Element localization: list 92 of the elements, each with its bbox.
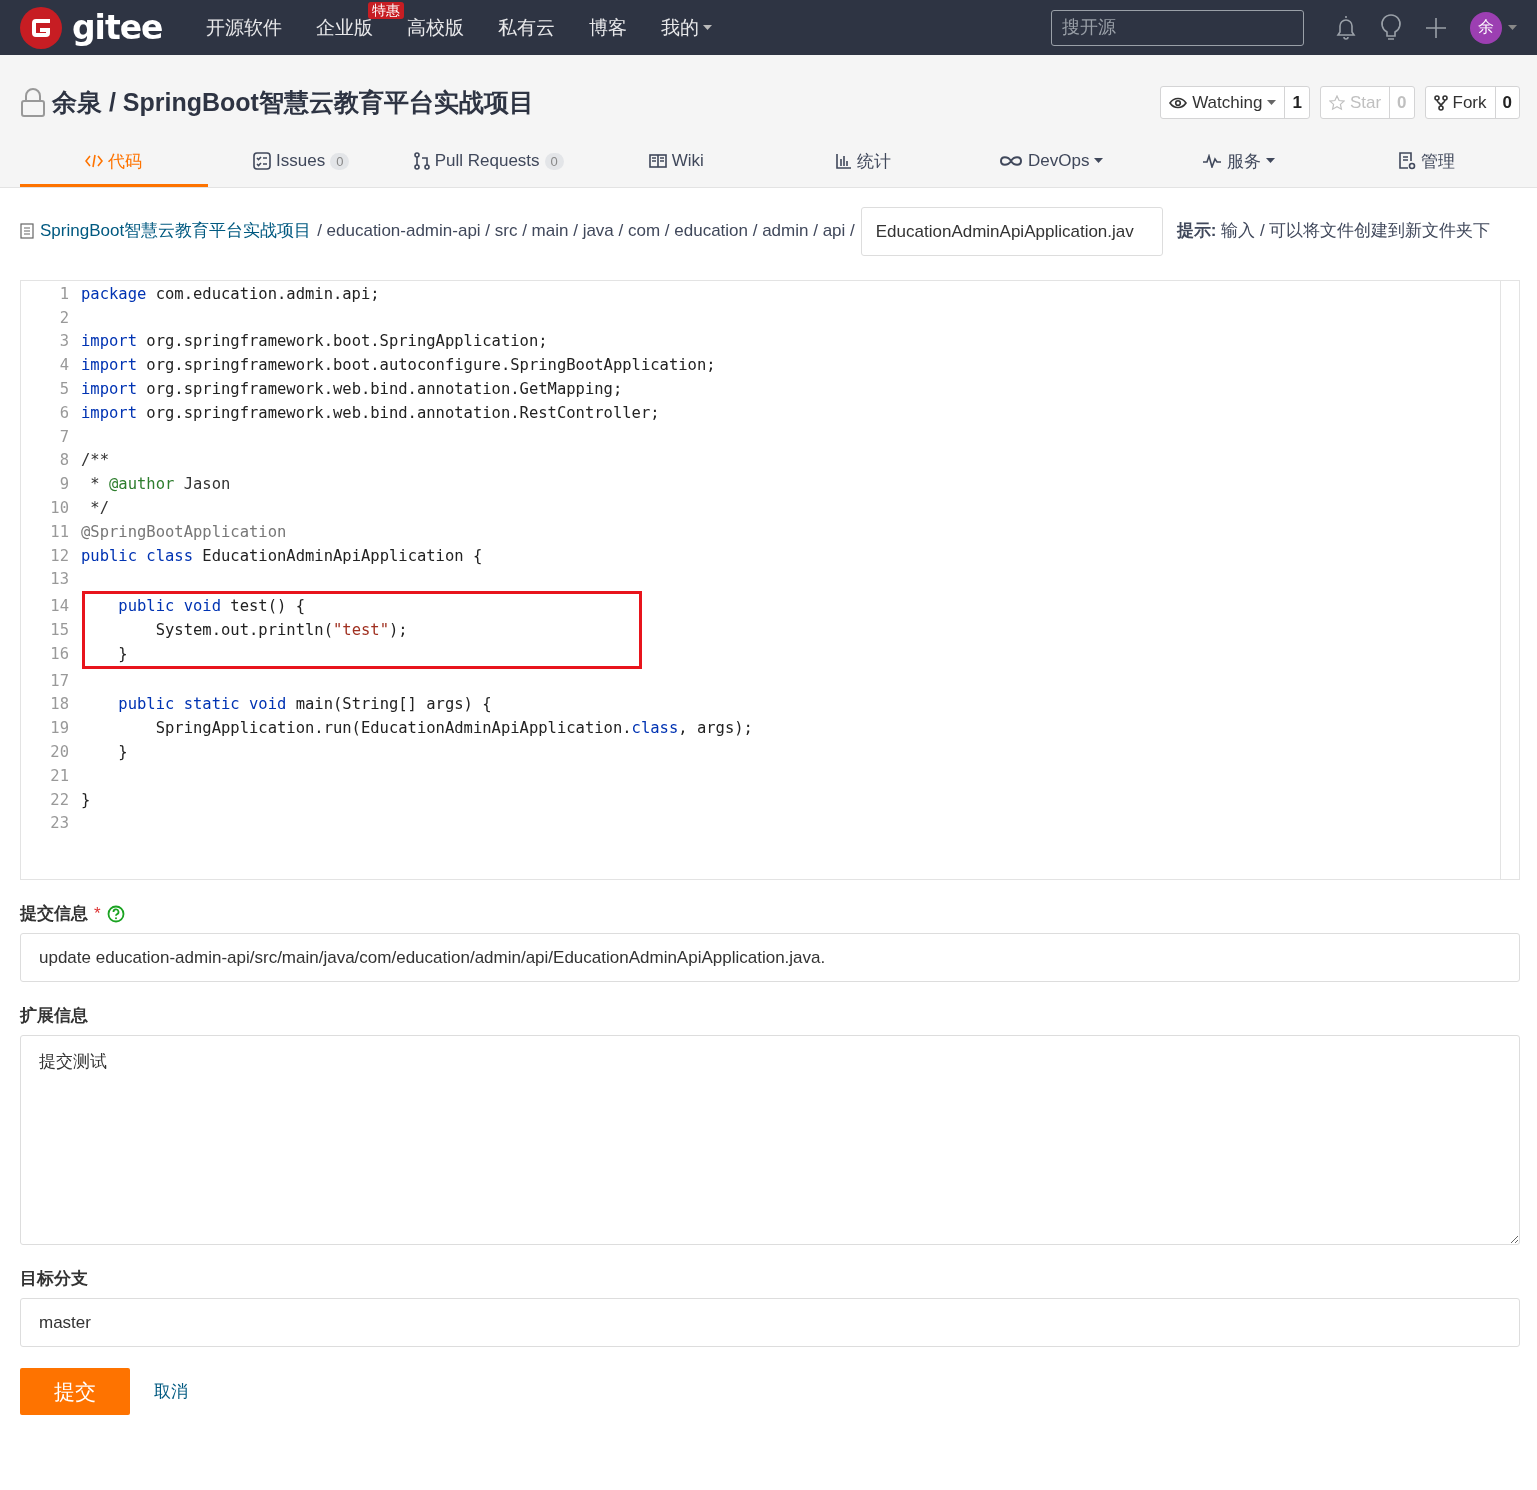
- fork-icon: [1433, 94, 1448, 111]
- repo-tab[interactable]: DevOps: [957, 150, 1145, 187]
- line-number: 15: [49, 621, 69, 640]
- required-mark: *: [94, 903, 101, 924]
- path-hint: 提示: 输入 / 可以将文件创建到新文件夹下: [1176, 220, 1492, 242]
- field-label: 提交信息: [20, 903, 88, 925]
- line-number: 12: [49, 546, 69, 565]
- line-number: 11: [49, 522, 69, 541]
- repo-link[interactable]: SpringBoot智慧云教育平台实战项目: [40, 216, 312, 243]
- filename-field[interactable]: EducationAdminApiApplication.jav: [860, 207, 1163, 256]
- nav-link[interactable]: 开源软件: [206, 14, 283, 41]
- breadcrumb-path: / education-admin-api / src / main / java / com / education / admin / api /: [317, 220, 855, 242]
- cancel-link[interactable]: 取消: [154, 1380, 188, 1403]
- line-number: 4: [58, 356, 69, 375]
- pull-request-icon: [413, 152, 430, 170]
- plus-icon[interactable]: [1425, 16, 1447, 39]
- code-line: public static void main(String[] args) {: [117, 695, 492, 714]
- code-line: import org.springframework.web.bind.annotation.RestController;: [81, 403, 660, 422]
- code-line: import org.springframework.boot.autoconfigure.SpringBootApplication;: [81, 356, 716, 375]
- commit-message-field[interactable]: update education-admin-api/src/main/java/com/education/admin/api/EducationAdminApiApplication.java.: [20, 933, 1520, 982]
- infinity-icon: [999, 155, 1024, 167]
- help-icon[interactable]: [106, 904, 125, 923]
- line-number: 14: [49, 597, 69, 616]
- repo-tab[interactable]: 管理: [1332, 150, 1520, 187]
- code-line: import org.springframework.boot.SpringApplication;: [81, 332, 548, 351]
- code-line: import org.springframework.web.bind.annotation.GetMapping;: [81, 380, 623, 399]
- description-field[interactable]: 提交测试: [20, 1035, 1520, 1245]
- code-line: @SpringBootApplication: [81, 522, 287, 541]
- field-label: 扩展信息: [20, 1005, 88, 1027]
- nav-link[interactable]: 私有云: [498, 14, 556, 41]
- count-badge: 0: [544, 152, 564, 170]
- code-line: }: [117, 743, 128, 762]
- notification-icon[interactable]: [1335, 14, 1357, 41]
- line-number: 2: [58, 308, 69, 327]
- eye-icon: [1169, 96, 1188, 109]
- code-line: * @author Jason: [89, 475, 231, 494]
- repo-tab[interactable]: 服务: [1145, 150, 1333, 187]
- line-number: 1: [58, 284, 69, 303]
- file-icon: [20, 223, 34, 239]
- code-line: }: [81, 790, 91, 809]
- line-number: 7: [58, 427, 69, 446]
- lock-icon: [20, 87, 46, 118]
- code-icon: [85, 153, 104, 169]
- repo-action-button[interactable]: Fork 0: [1424, 86, 1520, 119]
- line-number: 18: [49, 695, 69, 714]
- bar-chart-icon: [836, 153, 853, 169]
- code-line: System.out.println("test");: [154, 621, 408, 640]
- code-line: public class EducationAdminApiApplication {: [81, 546, 483, 565]
- field-label: 目标分支: [20, 1268, 88, 1290]
- nav-link[interactable]: 高校版: [407, 14, 465, 41]
- line-number: 23: [49, 814, 69, 833]
- caret-icon: [1508, 24, 1517, 31]
- line-number: 22: [49, 790, 69, 809]
- code-line: SpringApplication.run(EducationAdminApiApplication.class, args);: [154, 719, 753, 738]
- line-number: 19: [49, 719, 69, 738]
- branch-field[interactable]: master: [20, 1298, 1520, 1347]
- repo-tab[interactable]: Pull Requests 0: [395, 150, 583, 187]
- line-number: 21: [49, 766, 69, 785]
- line-number: 9: [58, 475, 69, 494]
- nav-link[interactable]: 我的: [661, 14, 713, 41]
- code-line: package com.education.admin.api;: [81, 284, 380, 303]
- logo-text[interactable]: gitee: [72, 8, 163, 47]
- repo-tab[interactable]: Issues 0: [207, 150, 395, 187]
- logo-icon[interactable]: [20, 6, 62, 49]
- search-field[interactable]: 搜开源: [1051, 9, 1304, 46]
- star-icon: [1328, 94, 1345, 111]
- lightbulb-icon[interactable]: [1379, 13, 1403, 42]
- code-line: /**: [81, 451, 109, 470]
- line-number: 6: [58, 403, 69, 422]
- line-number: 16: [49, 644, 69, 663]
- code-line: }: [117, 644, 128, 663]
- line-number: 3: [58, 332, 69, 351]
- count-badge: 0: [330, 152, 350, 170]
- nav-link[interactable]: 博客: [589, 14, 628, 41]
- line-number: 13: [49, 570, 69, 589]
- repo-title: 余泉 / SpringBoot智慧云教育平台实战项目: [52, 87, 534, 118]
- checklist-icon: [253, 152, 272, 170]
- code-line: */: [89, 499, 109, 518]
- document-gear-icon: [1397, 152, 1416, 170]
- book-icon: [648, 154, 667, 168]
- line-number: 17: [49, 671, 69, 690]
- user-avatar[interactable]: 余: [1470, 11, 1502, 44]
- repo-tab[interactable]: Wiki: [582, 150, 770, 187]
- repo-action-button[interactable]: Watching 1: [1160, 86, 1310, 119]
- line-number: 20: [49, 743, 69, 762]
- line-number: 5: [58, 380, 69, 399]
- code-line: public void test() {: [117, 597, 305, 616]
- line-number: 10: [49, 499, 69, 518]
- promo-badge: 特惠: [368, 1, 405, 19]
- pulse-icon: [1202, 154, 1223, 168]
- repo-tab[interactable]: 统计: [770, 150, 958, 187]
- line-number: 8: [58, 451, 69, 470]
